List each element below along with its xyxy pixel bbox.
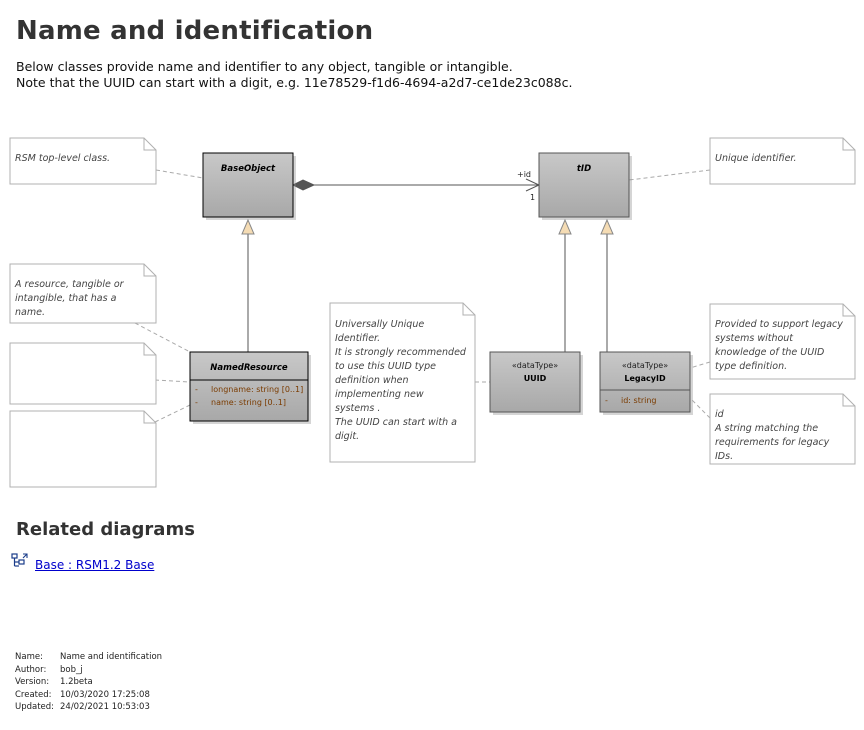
class-base-object[interactable]: BaseObject	[202, 152, 296, 220]
class-named-resource-name: NamedResource	[210, 363, 288, 373]
meta-author-label: Author:	[15, 664, 47, 675]
class-named-resource-attr-longname: longname: string [0..1]	[211, 385, 303, 394]
class-legacy-id-stereotype: «dataType»	[622, 361, 668, 370]
meta-updated-row: Updated: 24/02/2021 10:53:03	[15, 701, 162, 714]
note-link-blank1	[154, 379, 191, 383]
related-diagram-item: Base : RSM1.2 Base	[11, 550, 154, 572]
note-link-rsm	[155, 169, 204, 179]
note-rsm-top-level: RSM top-level class.	[9, 137, 157, 185]
class-uuid-name: UUID	[524, 374, 547, 383]
meta-author-row: Author: bob_j	[15, 664, 162, 677]
note-blank-2	[9, 410, 157, 488]
related-diagram-link[interactable]: Base : RSM1.2 Base	[35, 558, 154, 572]
class-legacy-id-attr-id: id: string	[621, 396, 657, 405]
uml-diagram: +id 1 RSM top-level class. Unique identi…	[9, 137, 856, 488]
meta-created-value: 10/03/2020 17:25:08	[60, 689, 150, 700]
class-tid-name: tID	[577, 164, 591, 174]
meta-updated-value: 24/02/2021 10:53:03	[60, 702, 150, 713]
svg-text:-: -	[195, 398, 198, 407]
note-link-blank2	[154, 404, 191, 423]
class-uuid[interactable]: «dataType» UUID	[489, 351, 583, 415]
note-unique-line: Unique identifier.	[715, 153, 796, 164]
meta-created-row: Created: 10/03/2020 17:25:08	[15, 689, 162, 702]
note-uuid: Universally Unique Identifier. It is str…	[329, 302, 476, 463]
related-diagrams-heading: Related diagrams	[16, 519, 195, 540]
meta-version-value: 1.2beta	[60, 677, 93, 688]
meta-author-value: bob_j	[60, 664, 83, 675]
class-base-object-name: BaseObject	[221, 164, 276, 174]
meta-name-label: Name:	[15, 652, 43, 662]
diagram-metadata: Name: Name and identification Author: bo…	[15, 651, 162, 714]
class-legacy-id-name: LegacyID	[624, 374, 666, 383]
meta-name-row: Name: Name and identification	[15, 651, 162, 664]
note-legacy: Provided to support legacy systems witho…	[709, 303, 856, 380]
association-role: +id	[517, 170, 531, 179]
note-unique-identifier: Unique identifier.	[709, 137, 856, 185]
meta-version-row: Version: 1.2beta	[15, 676, 162, 689]
meta-name-value: Name and identification	[60, 652, 163, 662]
meta-created-label: Created:	[15, 689, 52, 700]
class-uuid-stereotype: «dataType»	[512, 361, 558, 370]
diagram-icon	[11, 553, 28, 567]
meta-version-label: Version:	[15, 677, 50, 688]
svg-text:-: -	[605, 396, 608, 405]
meta-updated-label: Updated:	[15, 702, 55, 713]
note-blank-1	[9, 342, 157, 405]
association-multiplicity: 1	[530, 193, 535, 202]
class-named-resource[interactable]: NamedResource - longname: string [0..1] …	[189, 351, 311, 424]
note-resource: A resource, tangible or intangible, that…	[9, 263, 157, 324]
class-named-resource-attr-name: name: string [0..1]	[211, 398, 286, 407]
note-link-tid	[628, 169, 711, 181]
association-composition: +id 1	[291, 170, 541, 202]
class-tid[interactable]: tID	[538, 152, 632, 220]
note-rsm-line: RSM top-level class.	[15, 153, 110, 164]
svg-text:-: -	[195, 385, 198, 394]
note-legacy-id: id A string matching the requirements fo…	[709, 393, 856, 465]
class-legacy-id[interactable]: «dataType» LegacyID - id: string	[599, 351, 693, 415]
